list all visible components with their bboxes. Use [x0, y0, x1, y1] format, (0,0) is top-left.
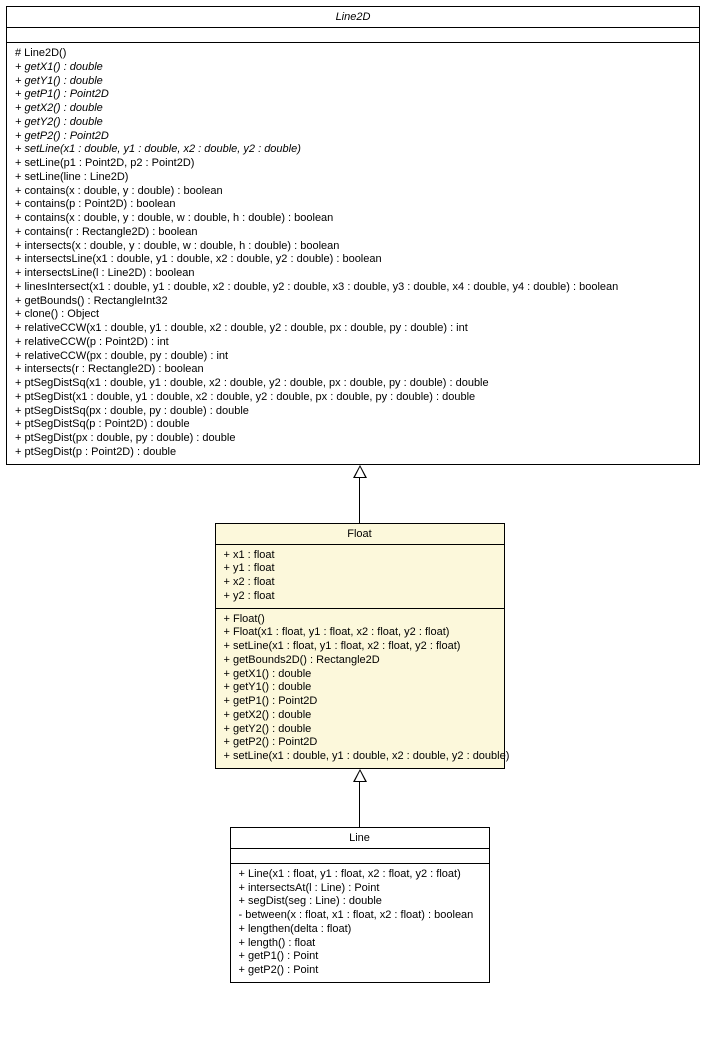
- member: + intersects(x : double, y : double, w :…: [15, 240, 691, 254]
- member: + ptSegDistSq(x1 : double, y1 : double, …: [15, 377, 691, 391]
- member: + Line(x1 : float, y1 : float, x2 : floa…: [239, 868, 481, 882]
- member: + getY2() : double: [15, 116, 691, 130]
- member: + getP2() : Point2D: [15, 130, 691, 144]
- member: + setLine(x1 : double, y1 : double, x2 :…: [15, 143, 691, 157]
- member: + contains(p : Point2D) : boolean: [15, 198, 691, 212]
- member: + y1 : float: [224, 562, 496, 576]
- member: + contains(x : double, y : double, w : d…: [15, 212, 691, 226]
- class-line: Line + Line(x1 : float, y1 : float, x2 :…: [230, 827, 490, 983]
- member: + y2 : float: [224, 590, 496, 604]
- member: + intersectsLine(l : Line2D) : boolean: [15, 267, 691, 281]
- member: + getX2() : double: [224, 709, 496, 723]
- member: + getX1() : double: [15, 61, 691, 75]
- arrowhead-icon: [353, 769, 367, 782]
- member: + setLine(line : Line2D): [15, 171, 691, 185]
- class-float-fields: + x1 : float+ y1 : float+ x2 : float+ y2…: [216, 545, 504, 609]
- generalization-arrow-1: [6, 465, 707, 523]
- member: + relativeCCW(px : double, py : double) …: [15, 350, 691, 364]
- member: + getY1() : double: [15, 75, 691, 89]
- class-float-methods: + Float()+ Float(x1 : float, y1 : float,…: [216, 609, 504, 768]
- class-line-fields: [231, 849, 489, 864]
- class-line2d-fields: [7, 28, 699, 43]
- connector-line: [359, 782, 360, 827]
- member: + getP1() : Point: [239, 950, 481, 964]
- member: # Line2D(): [15, 47, 691, 61]
- generalization-arrow-2: [6, 769, 707, 827]
- member: + relativeCCW(x1 : double, y1 : double, …: [15, 322, 691, 336]
- member: - between(x : float, x1 : float, x2 : fl…: [239, 909, 481, 923]
- member: + segDist(seg : Line) : double: [239, 895, 481, 909]
- member: + getP1() : Point2D: [15, 88, 691, 102]
- member: + getY2() : double: [224, 723, 496, 737]
- member: + intersectsLine(x1 : double, y1 : doubl…: [15, 253, 691, 267]
- member: + x2 : float: [224, 576, 496, 590]
- member: + ptSegDistSq(p : Point2D) : double: [15, 418, 691, 432]
- member: + ptSegDist(x1 : double, y1 : double, x2…: [15, 391, 691, 405]
- member: + intersectsAt(l : Line) : Point: [239, 882, 481, 896]
- member: + contains(x : double, y : double) : boo…: [15, 185, 691, 199]
- member: + setLine(x1 : float, y1 : float, x2 : f…: [224, 640, 496, 654]
- member: + linesIntersect(x1 : double, y1 : doubl…: [15, 281, 691, 295]
- member: + getY1() : double: [224, 681, 496, 695]
- member: + setLine(x1 : double, y1 : double, x2 :…: [224, 750, 496, 764]
- member: + length() : float: [239, 937, 481, 951]
- class-line-methods: + Line(x1 : float, y1 : float, x2 : floa…: [231, 864, 489, 982]
- member: + relativeCCW(p : Point2D) : int: [15, 336, 691, 350]
- class-line2d-title: Line2D: [7, 7, 699, 28]
- member: + Float(): [224, 613, 496, 627]
- member: + getX1() : double: [224, 668, 496, 682]
- class-line2d-methods: # Line2D()+ getX1() : double+ getY1() : …: [7, 43, 699, 464]
- member: + ptSegDist(p : Point2D) : double: [15, 446, 691, 460]
- member: + getBounds() : RectangleInt32: [15, 295, 691, 309]
- arrowhead-icon: [353, 465, 367, 478]
- member: + intersects(r : Rectangle2D) : boolean: [15, 363, 691, 377]
- class-line2d: Line2D # Line2D()+ getX1() : double+ get…: [6, 6, 700, 465]
- member: + getX2() : double: [15, 102, 691, 116]
- member: + ptSegDistSq(px : double, py : double) …: [15, 405, 691, 419]
- member: + getP2() : Point2D: [224, 736, 496, 750]
- member: + ptSegDist(px : double, py : double) : …: [15, 432, 691, 446]
- member: + setLine(p1 : Point2D, p2 : Point2D): [15, 157, 691, 171]
- member: + getP1() : Point2D: [224, 695, 496, 709]
- member: + clone() : Object: [15, 308, 691, 322]
- class-line-title: Line: [231, 828, 489, 849]
- member: + x1 : float: [224, 549, 496, 563]
- member: + getBounds2D() : Rectangle2D: [224, 654, 496, 668]
- class-float-title: Float: [216, 524, 504, 545]
- member: + getP2() : Point: [239, 964, 481, 978]
- member: + lengthen(delta : float): [239, 923, 481, 937]
- member: + Float(x1 : float, y1 : float, x2 : flo…: [224, 626, 496, 640]
- class-float: Float + x1 : float+ y1 : float+ x2 : flo…: [215, 523, 505, 769]
- connector-line: [359, 478, 360, 523]
- member: + contains(r : Rectangle2D) : boolean: [15, 226, 691, 240]
